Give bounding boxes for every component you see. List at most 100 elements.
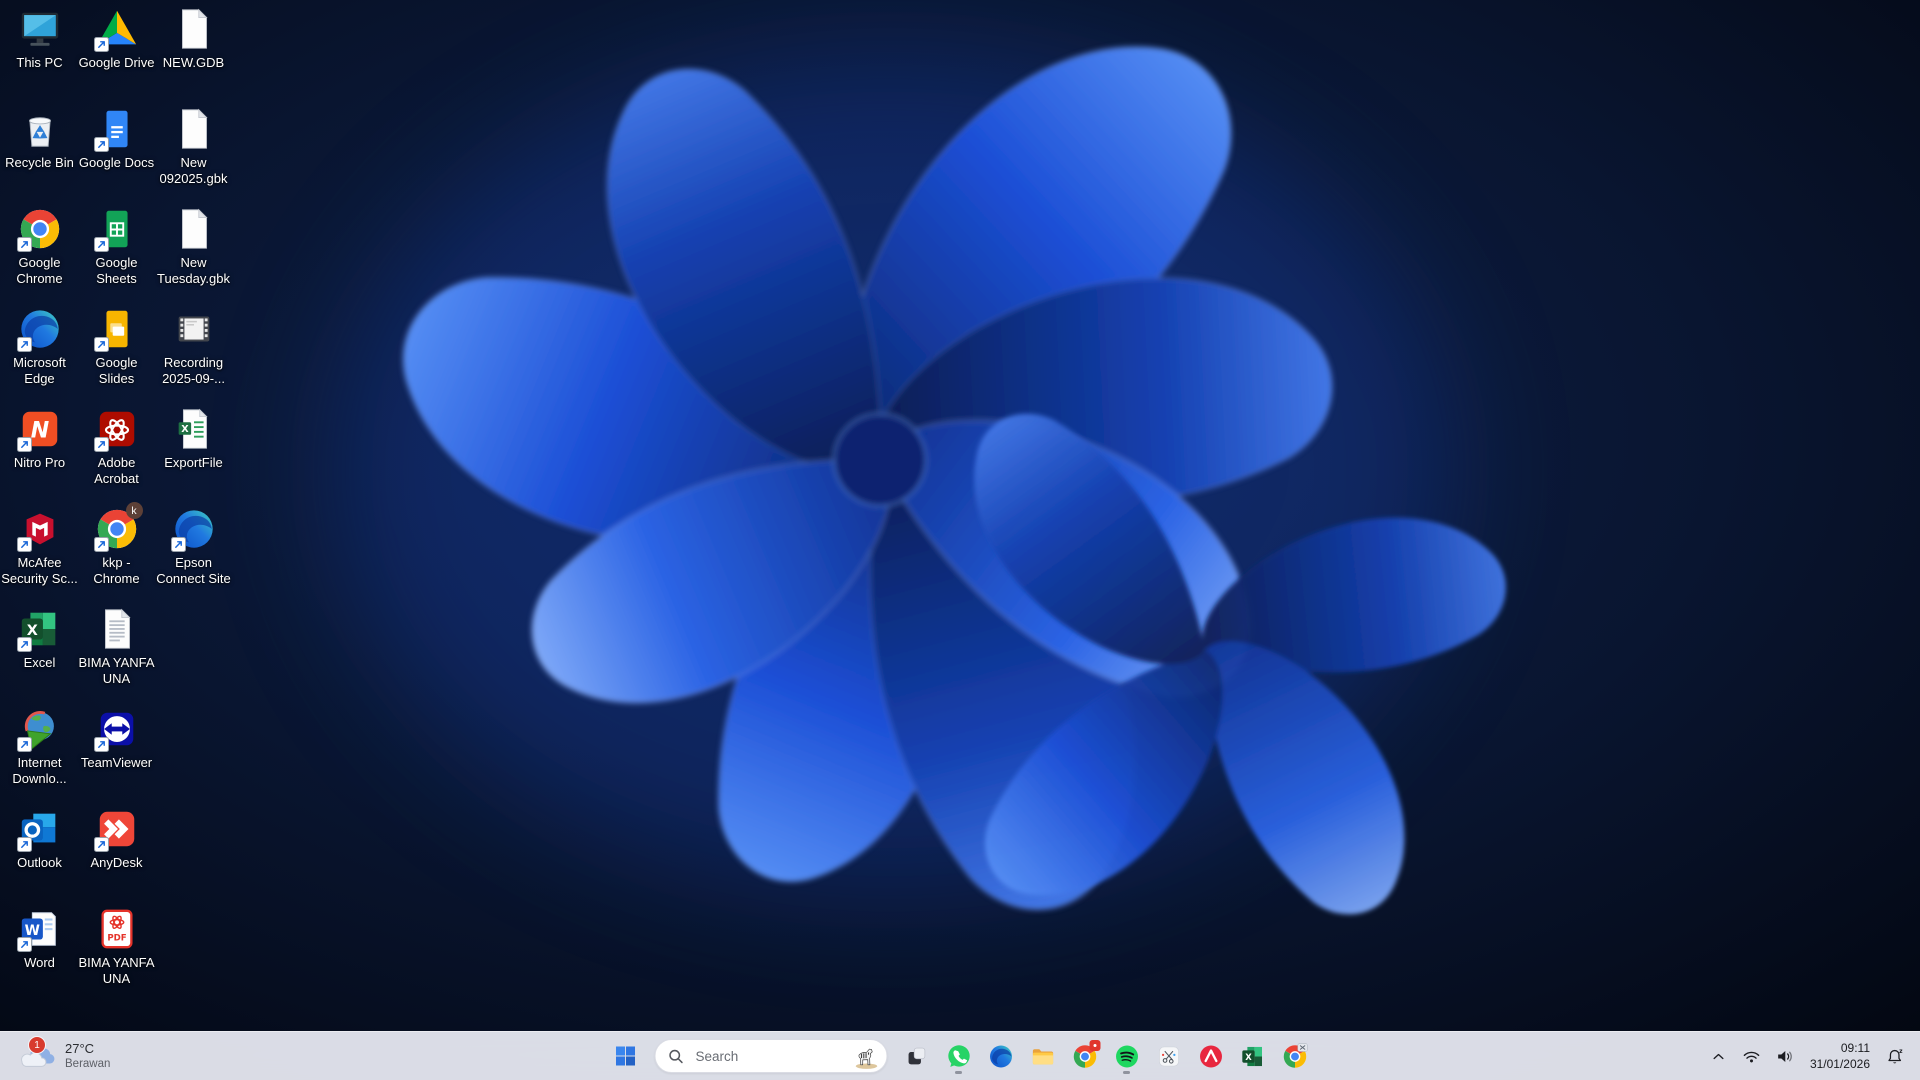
desktop-icon-bima-yanfa-una-doc[interactable]: BIMA YANFA UNA [78,606,155,687]
taskbar-snipping-tool-button[interactable] [1149,1036,1189,1076]
whatsapp-icon [945,1043,972,1070]
desktop-icon-word[interactable]: WWord [1,906,78,971]
desktop-icon-label: Google Drive [79,55,155,71]
desktop-icon-adobe-acrobat[interactable]: Adobe Acrobat [78,406,155,487]
taskbar-a-app-button[interactable] [1191,1036,1231,1076]
desktop-icon-label: Outlook [17,855,62,871]
desktop-icon-label: Excel [24,655,56,671]
shortcut-arrow-overlay-icon [94,437,109,452]
desktop-icon-this-pc[interactable]: This PC [1,6,78,71]
taskbar-chrome-button[interactable] [1065,1036,1105,1076]
desktop-icon-google-sheets[interactable]: Google Sheets [78,206,155,287]
desktop-icon-label: Nitro Pro [14,455,65,471]
desktop-icon-label: Microsoft Edge [13,355,66,387]
desktop-icon-nitro-pro[interactable]: N Nitro Pro [1,406,78,471]
svg-text:N: N [30,419,48,444]
desktop-icon-epson-connect[interactable]: Epson Connect Site [155,506,232,587]
desktop-icon-outlook[interactable]: Outlook [1,806,78,871]
desktop-icon-google-slides[interactable]: Google Slides [78,306,155,387]
shortcut-arrow-overlay-icon [17,237,32,252]
notification-badge: 1 [28,1036,46,1054]
desktop-icon-label: kkp - Chrome [93,555,139,587]
taskbar-excel-button[interactable]: X [1233,1036,1273,1076]
google-slides-icon [94,306,140,352]
desktop-icon-label: AnyDesk [90,855,142,871]
notification-badge [1090,1040,1101,1051]
desktop-icon-label: NEW.GDB [163,55,224,71]
cloudy-weather-icon: 1 [18,1040,56,1072]
wifi-icon[interactable] [1737,1036,1766,1076]
outlook-icon [17,806,63,852]
desktop-icon-mcafee[interactable]: McAfee Security Sc... [1,506,78,587]
desktop-icon-teamviewer[interactable]: TeamViewer [78,706,155,771]
desktop-icon-label: Epson Connect Site [156,555,230,587]
do-not-disturb-bell-icon[interactable]: z [1881,1036,1910,1076]
taskbar-spotify-button[interactable] [1107,1036,1147,1076]
excel-app-icon: X [17,606,63,652]
edge-icon [17,306,63,352]
desktop-icon-label: Recording 2025-09-... [162,355,225,387]
desktop-icon-microsoft-edge[interactable]: Microsoft Edge [1,306,78,387]
weather-condition: Berawan [65,1057,110,1071]
excel-app-icon: X [1239,1043,1266,1070]
desktop-icon-exportfile[interactable]: XExportFile [155,406,232,471]
shortcut-arrow-overlay-icon [17,937,32,952]
desktop-icon-new-092025-gbk[interactable]: New 092025.gbk [155,106,232,187]
volume-icon[interactable] [1770,1036,1799,1076]
google-sheets-icon [94,206,140,252]
desktop-icon-google-docs[interactable]: Google Docs [78,106,155,171]
shortcut-arrow-overlay-icon [17,837,32,852]
shortcut-arrow-overlay-icon [17,437,32,452]
search-input[interactable] [694,1048,852,1065]
video-filmstrip-icon [171,306,217,352]
desktop-icon-new-gdb[interactable]: NEW.GDB [155,6,232,71]
nitro-pro-icon: N [17,406,63,452]
anydesk-icon [94,806,140,852]
desktop-icon-internet-download-manager[interactable]: Internet Downlo... [1,706,78,787]
shortcut-arrow-overlay-icon [94,37,109,52]
desktop-icon-anydesk[interactable]: AnyDesk [78,806,155,871]
desktop-icon-bima-yanfa-una-pdf[interactable]: PDFBIMA YANFA UNA [78,906,155,987]
desktop-icon-new-tuesday-gbk[interactable]: New Tuesday.gbk [155,206,232,287]
taskbar-center: X [606,1032,1315,1080]
shortcut-arrow-overlay-icon [17,737,32,752]
taskbar-search-box[interactable] [655,1039,888,1073]
taskbar-app-icons: X [897,1036,1315,1076]
desktop-icon-label: Recycle Bin [5,155,74,171]
file-explorer-icon [1029,1043,1056,1070]
taskbar-whatsapp-button[interactable] [939,1036,979,1076]
taskbar-edge-button[interactable] [981,1036,1021,1076]
desktop-icon-label: This PC [16,55,62,71]
search-highlight-zebra-icon [852,1043,882,1070]
pdf-file-icon: PDF [94,906,140,952]
desktop-icon-label: TeamViewer [81,755,152,771]
taskbar-clock[interactable]: 09:11 31/01/2026 [1803,1040,1877,1072]
teamviewer-icon [94,706,140,752]
clock-date: 31/01/2026 [1810,1056,1870,1072]
desktop-icon-kkp-chrome[interactable]: kkkp - Chrome [78,506,155,587]
blank-file-icon [171,206,217,252]
chrome-icon [17,206,63,252]
start-button[interactable] [606,1036,646,1076]
desktop-icon-excel[interactable]: X Excel [1,606,78,671]
spotify-icon [1113,1043,1140,1070]
desktop-icon-google-chrome[interactable]: Google Chrome [1,206,78,287]
clock-time: 09:11 [1810,1040,1870,1056]
taskbar-file-explorer-button[interactable] [1023,1036,1063,1076]
google-drive-icon [94,6,140,52]
taskbar-chrome-2-button[interactable] [1275,1036,1315,1076]
desktop-icon-recycle-bin[interactable]: Recycle Bin [1,106,78,171]
blank-file-icon [171,106,217,152]
svg-text:X: X [1245,1052,1252,1062]
desktop-icon-label: Google Chrome [16,255,62,287]
weather-widget[interactable]: 1 27°C Berawan [10,1032,118,1080]
desktop-icon-label: BIMA YANFA UNA [78,655,154,687]
taskbar-task-view-button[interactable] [897,1036,937,1076]
desktop-icon-grid: This PCGoogle DriveNEW.GDBRecycle BinGoo… [0,0,1920,1080]
desktop-icon-label: Word [24,955,55,971]
desktop-icon-recording[interactable]: Recording 2025-09-... [155,306,232,387]
desktop-icon-google-drive[interactable]: Google Drive [78,6,155,71]
show-hidden-icons-chevron[interactable] [1704,1036,1733,1076]
shortcut-arrow-overlay-icon [94,137,109,152]
search-icon [668,1048,685,1065]
